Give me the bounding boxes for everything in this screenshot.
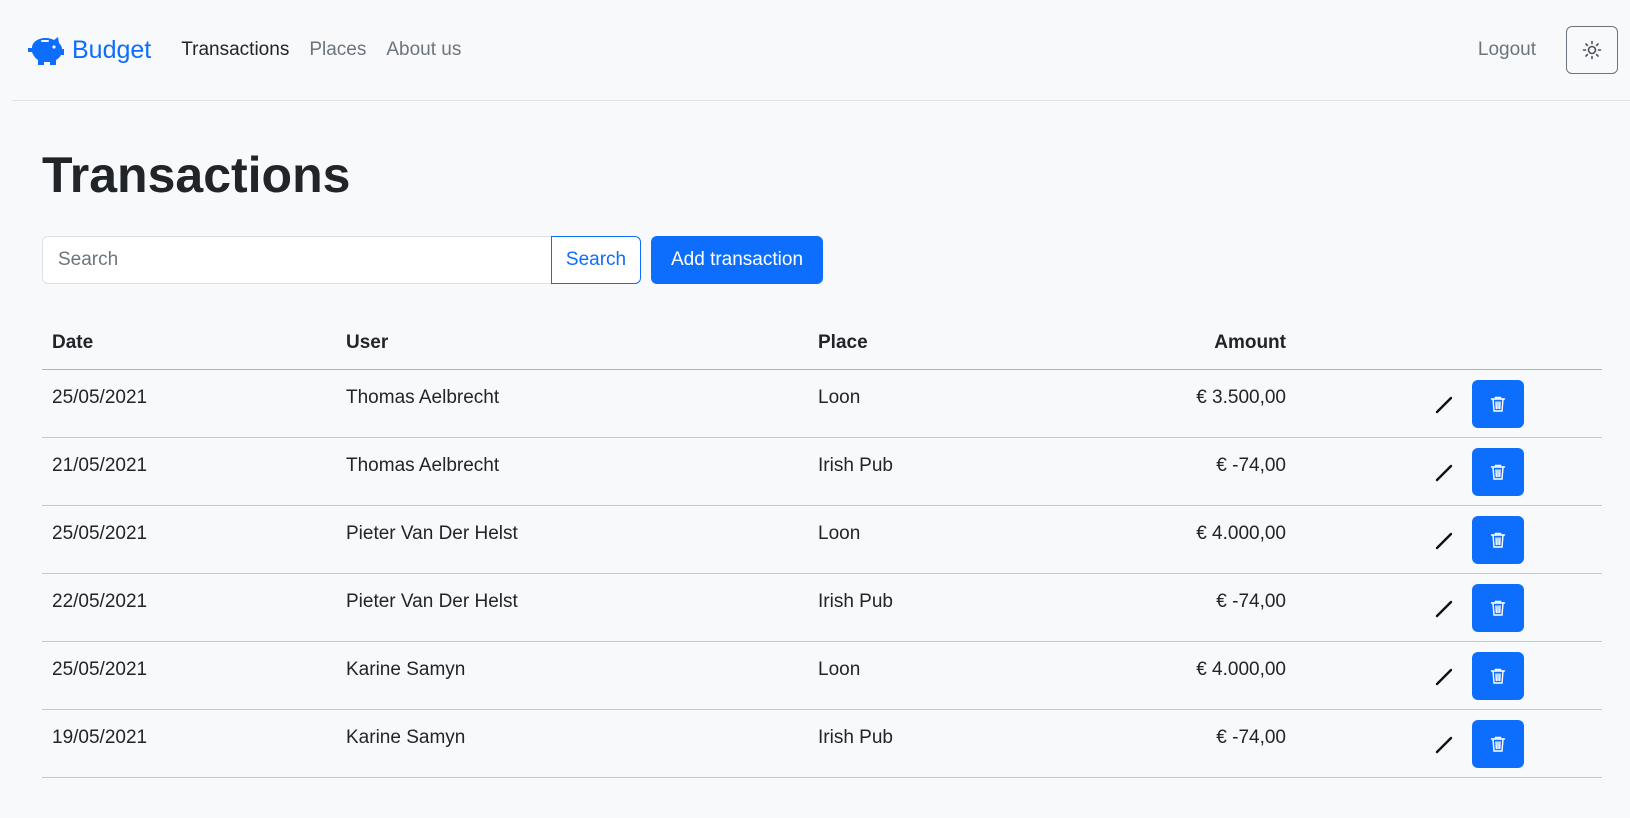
cell-date: 21/05/2021: [42, 437, 336, 506]
main-content: Transactions Search Add transaction Date…: [42, 101, 1602, 778]
delete-button[interactable]: [1472, 515, 1524, 564]
header-amount: Amount: [988, 317, 1286, 370]
trash-icon: [1490, 396, 1506, 412]
nav-link-about[interactable]: About us: [386, 39, 461, 61]
sun-icon: [1582, 40, 1602, 60]
cell-user: Thomas Aelbrecht: [336, 437, 808, 506]
cell-actions: [1286, 369, 1602, 438]
table-row: 22/05/2021 Pieter Van Der Helst Irish Pu…: [42, 573, 1602, 642]
header-actions: [1286, 317, 1602, 370]
transactions-table: Date User Place Amount 25/05/2021 Thomas…: [42, 317, 1602, 778]
trash-icon: [1490, 464, 1506, 480]
row-actions: [1426, 447, 1602, 496]
nav-right: Logout: [1478, 26, 1630, 74]
pencil-icon: [1435, 532, 1453, 549]
nav-links: Transactions Places About us: [181, 39, 481, 61]
row-actions: [1426, 583, 1602, 632]
table-body: 25/05/2021 Thomas Aelbrecht Loon € 3.500…: [42, 369, 1602, 778]
cell-amount: € 4.000,00: [988, 505, 1286, 574]
search-button[interactable]: Search: [551, 236, 641, 284]
cell-amount: € 3.500,00: [988, 369, 1286, 438]
table-row: 25/05/2021 Karine Samyn Loon € 4.000,00: [42, 641, 1602, 710]
cell-user: Pieter Van Der Helst: [336, 573, 808, 642]
pencil-icon: [1435, 396, 1453, 413]
cell-user: Pieter Van Der Helst: [336, 505, 808, 574]
edit-button[interactable]: [1426, 652, 1462, 700]
delete-button[interactable]: [1472, 379, 1524, 428]
cell-place: Loon: [808, 505, 988, 574]
cell-actions: [1286, 437, 1602, 506]
cell-place: Irish Pub: [808, 437, 988, 506]
edit-button[interactable]: [1426, 516, 1462, 564]
header-user: User: [336, 317, 808, 370]
nav-link-transactions[interactable]: Transactions: [181, 39, 289, 61]
search-row: Search Add transaction: [42, 236, 1602, 284]
edit-button[interactable]: [1426, 448, 1462, 496]
delete-button[interactable]: [1472, 719, 1524, 768]
cell-place: Irish Pub: [808, 709, 988, 778]
table-row: 25/05/2021 Thomas Aelbrecht Loon € 3.500…: [42, 369, 1602, 438]
nav-link-places[interactable]: Places: [309, 39, 366, 61]
header-date: Date: [42, 317, 336, 370]
cell-user: Karine Samyn: [336, 641, 808, 710]
table-row: 25/05/2021 Pieter Van Der Helst Loon € 4…: [42, 505, 1602, 574]
cell-actions: [1286, 505, 1602, 574]
row-actions: [1426, 515, 1602, 564]
cell-actions: [1286, 573, 1602, 642]
navbar: Budget Transactions Places About us Logo…: [12, 0, 1630, 101]
trash-icon: [1490, 532, 1506, 548]
pencil-icon: [1435, 600, 1453, 617]
header-place: Place: [808, 317, 988, 370]
cell-amount: € 4.000,00: [988, 641, 1286, 710]
table-row: 21/05/2021 Thomas Aelbrecht Irish Pub € …: [42, 437, 1602, 506]
cell-actions: [1286, 709, 1602, 778]
trash-icon: [1490, 600, 1506, 616]
row-actions: [1426, 651, 1602, 700]
cell-actions: [1286, 641, 1602, 710]
cell-amount: € -74,00: [988, 573, 1286, 642]
search-input[interactable]: [42, 236, 551, 284]
piggy-bank-icon: [28, 37, 64, 65]
cell-amount: € -74,00: [988, 709, 1286, 778]
cell-date: 22/05/2021: [42, 573, 336, 642]
edit-button[interactable]: [1426, 380, 1462, 428]
cell-date: 25/05/2021: [42, 641, 336, 710]
page-title: Transactions: [42, 147, 351, 203]
edit-button[interactable]: [1426, 720, 1462, 768]
trash-icon: [1490, 736, 1506, 752]
pencil-icon: [1435, 736, 1453, 753]
delete-button[interactable]: [1472, 651, 1524, 700]
cell-place: Loon: [808, 369, 988, 438]
cell-user: Thomas Aelbrecht: [336, 369, 808, 438]
cell-date: 25/05/2021: [42, 369, 336, 438]
logout-link[interactable]: Logout: [1478, 39, 1536, 61]
trash-icon: [1490, 668, 1506, 684]
pencil-icon: [1435, 464, 1453, 481]
theme-toggle-button[interactable]: [1566, 26, 1618, 74]
cell-user: Karine Samyn: [336, 709, 808, 778]
pencil-icon: [1435, 668, 1453, 685]
table-header-row: Date User Place Amount: [42, 317, 1602, 370]
edit-button[interactable]: [1426, 584, 1462, 632]
row-actions: [1426, 719, 1602, 768]
delete-button[interactable]: [1472, 447, 1524, 496]
cell-amount: € -74,00: [988, 437, 1286, 506]
delete-button[interactable]: [1472, 583, 1524, 632]
cell-date: 25/05/2021: [42, 505, 336, 574]
brand-link[interactable]: Budget: [26, 34, 151, 66]
cell-place: Loon: [808, 641, 988, 710]
cell-place: Irish Pub: [808, 573, 988, 642]
row-actions: [1426, 379, 1602, 428]
table-row: 19/05/2021 Karine Samyn Irish Pub € -74,…: [42, 709, 1602, 778]
cell-date: 19/05/2021: [42, 709, 336, 778]
add-transaction-button[interactable]: Add transaction: [651, 236, 823, 284]
brand-name: Budget: [72, 35, 152, 64]
